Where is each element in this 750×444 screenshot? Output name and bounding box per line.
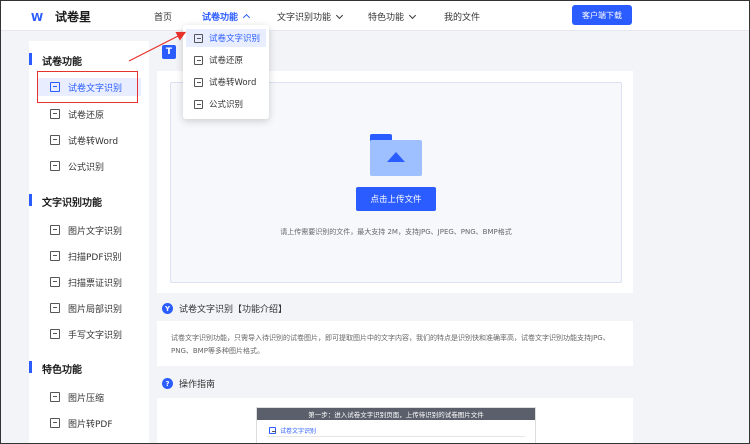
- annotation-arrow: [128, 31, 187, 62]
- app-window: W 试卷星 首页 试卷功能 文字识别功能 特色功能 我的文件 客户端下载 试卷功…: [0, 0, 750, 444]
